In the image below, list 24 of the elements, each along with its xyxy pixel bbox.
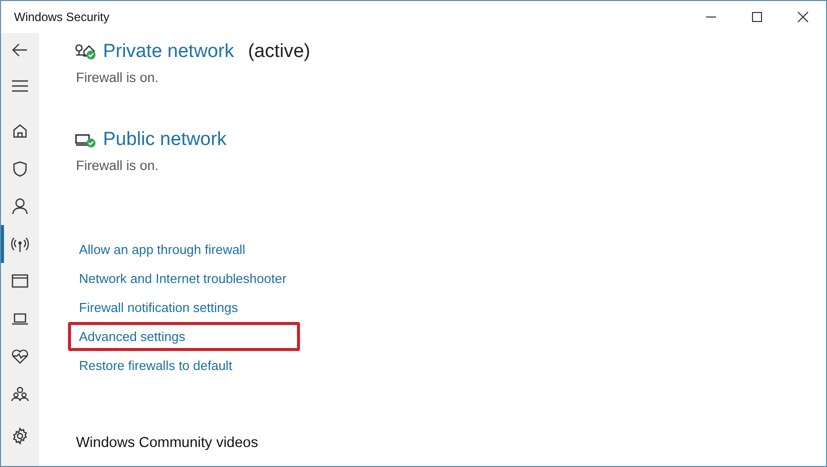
browser-window-icon	[11, 272, 29, 290]
maximize-icon	[751, 11, 763, 23]
settings-link[interactable]: Firewall notification settings	[68, 293, 249, 322]
settings-link[interactable]: Restore firewalls to default	[68, 351, 244, 380]
firewall-status: Firewall is on.	[76, 70, 160, 85]
house-network-icon	[75, 43, 97, 61]
shield-icon	[11, 160, 29, 178]
back-arrow-icon	[11, 41, 29, 59]
settings-link[interactable]: Network and Internet troubleshooter	[68, 264, 298, 293]
heart-icon	[11, 347, 29, 366]
active-label: (active)	[248, 41, 310, 63]
section-heading: Windows Community videos	[76, 435, 260, 451]
settings-icon	[11, 427, 29, 446]
network-link[interactable]: Private network	[103, 41, 234, 63]
window-title: Windows Security	[13, 10, 110, 24]
firewall-status: Firewall is on.	[76, 158, 160, 173]
person-icon	[11, 197, 29, 216]
settings-link[interactable]: Allow an app through firewall	[68, 235, 256, 264]
close-icon	[797, 11, 809, 23]
antenna-icon	[11, 234, 29, 253]
network-link[interactable]: Public network	[103, 129, 227, 151]
settings-link[interactable]: Advanced settings	[68, 322, 300, 351]
home-icon	[11, 122, 29, 140]
people-icon	[11, 384, 29, 403]
